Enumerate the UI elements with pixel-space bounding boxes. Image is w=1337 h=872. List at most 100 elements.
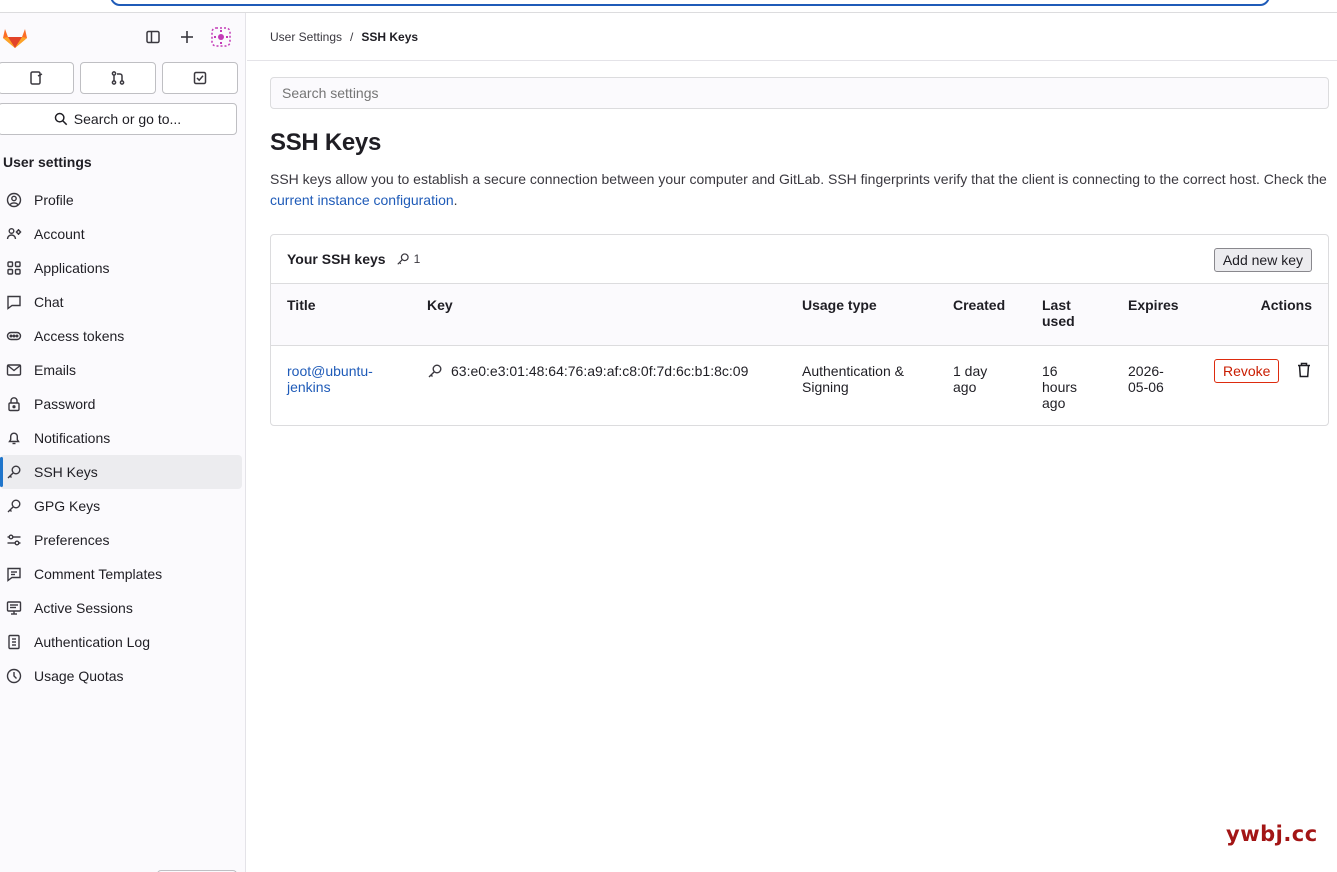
- merge-requests-button[interactable]: [80, 62, 156, 94]
- comment-icon: [6, 566, 22, 582]
- issues-icon: [30, 71, 43, 85]
- search-or-go-to-button[interactable]: Search or go to...: [0, 103, 237, 135]
- sidebar-item-label: Usage Quotas: [34, 668, 124, 684]
- sidebar-item-applications[interactable]: Applications: [0, 251, 242, 285]
- todo-button[interactable]: [162, 62, 238, 94]
- key-fingerprint-cell: 63:e0:e3:01:48:64:76:a9:af:c8:0f:7d:6c:b…: [427, 363, 748, 379]
- sidebar-item-access-tokens[interactable]: Access tokens: [0, 319, 242, 353]
- breadcrumb-current[interactable]: SSH Keys: [361, 30, 418, 44]
- toggle-sidebar-icon[interactable]: [142, 26, 164, 48]
- key-expires: 2026-05-06: [1128, 363, 1164, 395]
- log-icon: [6, 634, 22, 650]
- merge-request-icon: [111, 71, 125, 85]
- chat-icon: [6, 294, 22, 310]
- ssh-keys-table-header: Title Key Usage type Created Last used E…: [271, 284, 1328, 346]
- sidebar-item-profile[interactable]: Profile: [0, 183, 242, 217]
- ssh-keys-card: Your SSH keys 1 Add new key Title Key Us…: [270, 234, 1329, 426]
- sidebar-item-notifications[interactable]: Notifications: [0, 421, 242, 455]
- token-icon: [6, 328, 22, 344]
- plus-icon[interactable]: [176, 26, 198, 48]
- sidebar-item-preferences[interactable]: Preferences: [0, 523, 242, 557]
- key-icon: [6, 498, 22, 514]
- sidebar-item-label: Comment Templates: [34, 566, 163, 582]
- search-or-go-to-label: Search or go to...: [73, 111, 182, 127]
- page-title: SSH Keys: [270, 129, 381, 156]
- watermark-text: ywbj.cc: [1226, 822, 1318, 846]
- sidebar-item-label: Password: [34, 396, 96, 412]
- quota-icon: [6, 668, 22, 684]
- sidebar-nav: Profile Account Applications Chat Access…: [0, 183, 242, 693]
- key-fingerprint: 63:e0:e3:01:48:64:76:a9:af:c8:0f:7d:6c:b…: [451, 363, 749, 379]
- ssh-keys-card-header: Your SSH keys 1 Add new key: [271, 235, 1328, 284]
- account-icon: [6, 226, 22, 242]
- key-icon: [396, 253, 409, 265]
- bell-icon: [6, 430, 22, 446]
- key-icon: [6, 464, 22, 480]
- sidebar-heading: User settings: [3, 154, 92, 170]
- sidebar: Search or go to... User settings Profile…: [0, 13, 246, 872]
- breadcrumb-user-settings[interactable]: User Settings: [270, 30, 342, 44]
- sidebar-item-password[interactable]: Password: [0, 387, 242, 421]
- revoke-button[interactable]: Revoke: [1214, 359, 1280, 383]
- sidebar-item-comment-templates[interactable]: Comment Templates: [0, 557, 242, 591]
- main-content: User Settings / SSH Keys SSH Keys SSH ke…: [247, 13, 1337, 872]
- sidebar-item-emails[interactable]: Emails: [0, 353, 242, 387]
- ssh-keys-card-title: Your SSH keys: [287, 251, 386, 267]
- sidebar-item-chat[interactable]: Chat: [0, 285, 242, 319]
- user-avatar-icon[interactable]: [210, 26, 232, 48]
- mail-icon: [6, 362, 22, 378]
- column-header-actions: Actions: [1260, 297, 1312, 313]
- key-title-cell: root@ubuntu-jenkins: [287, 363, 397, 395]
- sidebar-item-authentication-log[interactable]: Authentication Log: [0, 625, 242, 659]
- column-header-key: Key: [427, 297, 453, 313]
- sidebar-item-label: Emails: [34, 362, 77, 378]
- sidebar-item-label: GPG Keys: [34, 498, 101, 514]
- description-end: .: [453, 192, 458, 208]
- sidebar-item-usage-quotas[interactable]: Usage Quotas: [0, 659, 242, 693]
- profile-icon: [6, 192, 22, 208]
- breadcrumb-divider: [247, 60, 1337, 61]
- sidebar-item-label: Access tokens: [34, 328, 125, 344]
- sidebar-item-label: Applications: [34, 260, 110, 276]
- quick-actions: [0, 62, 238, 94]
- browser-address-strip: [0, 0, 1337, 13]
- sidebar-item-active-sessions[interactable]: Active Sessions: [0, 591, 242, 625]
- sidebar-item-label: Authentication Log: [34, 634, 150, 650]
- breadcrumb-separator: /: [350, 30, 354, 44]
- sidebar-item-label: Profile: [34, 192, 74, 208]
- description-text: SSH keys allow you to establish a secure…: [270, 171, 1327, 187]
- monitor-icon: [6, 600, 22, 616]
- sidebar-item-label: Chat: [34, 294, 64, 310]
- lock-icon: [6, 396, 22, 412]
- key-created: 1 day ago: [953, 363, 988, 395]
- applications-icon: [6, 260, 22, 276]
- column-header-title: Title: [287, 297, 316, 313]
- sidebar-item-label: Notifications: [34, 430, 111, 446]
- browser-address-bar[interactable]: [110, 0, 1270, 6]
- sidebar-item-account[interactable]: Account: [0, 217, 242, 251]
- key-title-link[interactable]: root@ubuntu-jenkins: [287, 363, 373, 395]
- table-row: root@ubuntu-jenkins 63:e0:e3:01:48:64:76…: [271, 346, 1328, 426]
- sidebar-item-gpg-keys[interactable]: GPG Keys: [0, 489, 242, 523]
- sidebar-item-label: SSH Keys: [34, 464, 98, 480]
- page-description: SSH keys allow you to establish a secure…: [270, 169, 1330, 211]
- todo-icon: [193, 71, 207, 85]
- search-icon: [54, 112, 68, 126]
- column-header-last-used: Last used: [1042, 297, 1075, 329]
- key-icon: [428, 364, 442, 378]
- column-header-expires: Expires: [1128, 297, 1179, 313]
- breadcrumb: User Settings / SSH Keys: [270, 30, 418, 44]
- issues-button[interactable]: [0, 62, 74, 94]
- gitlab-logo-icon[interactable]: [2, 25, 28, 49]
- sidebar-item-label: Account: [34, 226, 85, 242]
- sidebar-item-ssh-keys[interactable]: SSH Keys: [0, 455, 242, 489]
- trash-icon[interactable]: [1295, 360, 1313, 380]
- column-header-usage-type: Usage type: [802, 297, 877, 313]
- key-last-used: 16 hours ago: [1042, 363, 1078, 411]
- ssh-key-count-badge: 1: [396, 252, 420, 266]
- add-new-key-button[interactable]: Add new key: [1213, 248, 1312, 272]
- instance-configuration-link[interactable]: current instance configuration: [270, 192, 454, 208]
- key-usage-type: Authentication & Signing: [802, 363, 904, 395]
- sidebar-item-label: Active Sessions: [34, 600, 133, 616]
- search-settings-input[interactable]: [270, 77, 1329, 109]
